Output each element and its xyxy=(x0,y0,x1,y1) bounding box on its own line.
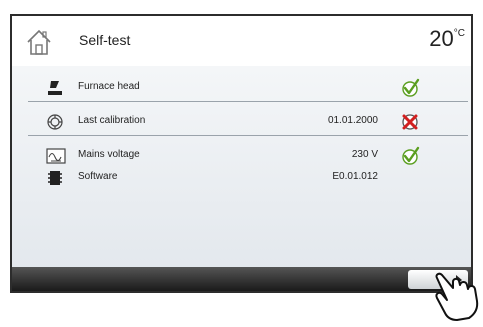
screen: Self-test 20°C Furnace head Last calibra… xyxy=(10,14,473,293)
header-bar: Self-test 20°C xyxy=(12,16,471,66)
list-item: Mains voltage 230 V xyxy=(12,146,471,166)
mains-voltage-icon xyxy=(46,147,66,165)
list-item: Furnace head xyxy=(12,78,471,98)
temperature-value: 20 xyxy=(429,26,454,51)
calibration-icon xyxy=(46,113,64,131)
self-test-list: Furnace head Last calibration 01.01.2000 xyxy=(12,66,471,269)
row-value: 230 V xyxy=(351,149,378,160)
temperature-unit: °C xyxy=(453,28,465,39)
row-value: 01.01.2000 xyxy=(327,115,378,126)
row-label: Last calibration xyxy=(78,115,146,126)
error-icon xyxy=(400,112,420,132)
home-icon[interactable] xyxy=(24,27,54,57)
row-label: Software xyxy=(78,171,118,182)
list-item: Last calibration 01.01.2000 xyxy=(12,112,471,132)
check-icon xyxy=(400,146,420,166)
bottom-toolbar xyxy=(12,267,471,291)
row-value: E0.01.012 xyxy=(332,171,378,182)
row-label: Mains voltage xyxy=(78,149,140,160)
row-label: Furnace head xyxy=(78,81,140,92)
software-chip-icon xyxy=(46,169,64,187)
divider xyxy=(28,101,468,102)
divider xyxy=(28,135,468,136)
pointing-hand-icon xyxy=(431,268,483,322)
temperature-display: 20°C xyxy=(429,26,465,52)
check-icon xyxy=(400,78,420,98)
page-title: Self-test xyxy=(79,32,131,48)
list-item: Software E0.01.012 xyxy=(12,168,471,188)
furnace-head-icon xyxy=(46,79,64,97)
